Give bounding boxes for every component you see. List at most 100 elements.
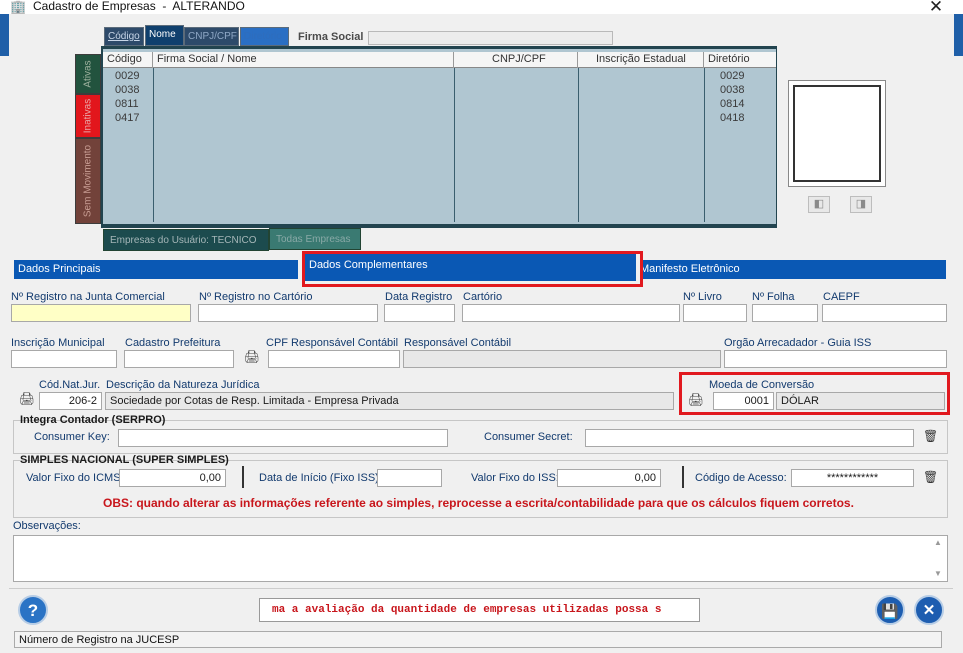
folha-label: Nº Folha [752,291,795,303]
caepf-label: CAEPF [823,291,860,303]
consumer-secret-field[interactable] [585,429,914,447]
col-codigo[interactable]: Código [103,52,153,68]
background-strip-left [0,14,9,56]
help-button[interactable]: ? [18,595,48,625]
separator [242,466,244,488]
codigo-acesso-label: Código de Acesso: [695,472,787,484]
orgao-arrecadador-label: Orgão Arrecadador - Guia ISS [724,337,872,349]
data-inicio-field[interactable] [377,469,442,487]
tab-dados-principais[interactable]: Dados Principais [14,260,298,279]
row-diretorio[interactable]: 0038 [720,83,744,97]
company-logo-frame[interactable] [788,80,886,187]
desc-nat-field: Sociedade por Cotas de Resp. Limitada - … [105,392,674,410]
responsavel-contabil-label: Responsável Contábil [404,337,512,349]
row-codigo[interactable]: 0029 [115,69,139,83]
valor-iss-field[interactable]: 0,00 [557,469,661,487]
observacoes-label: Observações: [13,520,81,532]
lookup-icon[interactable]: 🖨 [687,392,705,408]
marquee-message: ma a avaliação da quantidade de empresas… [259,598,700,622]
orgao-arrecadador-field[interactable] [724,350,947,368]
valor-icms-field[interactable]: 0,00 [119,469,226,487]
valor-iss-label: Valor Fixo do ISS: [471,472,559,484]
row-diretorio[interactable]: 0029 [720,69,744,83]
row-codigo[interactable]: 0417 [115,111,139,125]
side-tab-sem-movimento[interactable]: Sem Movimento [75,138,101,224]
col-cnpj[interactable]: CNPJ/CPF [454,52,578,68]
registro-cartorio-label: Nº Registro no Cartório [199,291,313,303]
data-registro-label: Data Registro [385,291,453,303]
row-codigo[interactable]: 0811 [115,97,139,111]
tab-cnpj[interactable]: CNPJ/CPF [184,27,239,46]
col-diretorio[interactable]: Diretório [704,52,776,68]
col-separator [454,68,455,222]
moeda-code-field[interactable]: 0001 [713,392,774,410]
livro-field[interactable] [683,304,747,322]
tab-dados-complementares[interactable]: Dados Complementares [305,254,636,281]
consumer-secret-label: Consumer Secret: [484,431,573,443]
data-inicio-label: Data de Início (Fixo ISS): [259,472,382,484]
inscricao-municipal-field[interactable] [11,350,117,368]
obs-warning: OBS: quando alterar as informações refer… [103,496,854,510]
cartorio-field[interactable] [462,304,680,322]
tab-codigo[interactable]: Código [104,27,144,46]
tab-todas-empresas[interactable]: Todas Empresas [269,228,361,250]
inscricao-municipal-label: Inscrição Municipal [11,337,105,349]
scroll-down-icon[interactable]: ▼ [934,569,942,578]
tab-empresas-usuario[interactable]: Empresas do Usuário: TECNICO [103,229,269,251]
side-tab-inativas[interactable]: Inativas [75,94,101,138]
save-button[interactable]: 💾 [875,595,905,625]
row-diretorio[interactable]: 0418 [720,111,744,125]
separator [682,466,684,488]
cpf-responsavel-label: CPF Responsável Contábil [266,337,399,349]
photo-prev-icon[interactable]: ◧ [808,196,830,213]
background-strip-right [954,14,963,56]
tab-manifesto[interactable]: Manifesto Eletrônico [636,260,946,279]
company-grid-body[interactable] [103,49,776,224]
moeda-label: Moeda de Conversão [709,379,815,391]
col-inscricao[interactable]: Inscrição Estadual [578,52,704,68]
consumer-key-label: Consumer Key: [34,431,110,443]
firma-social-label: Firma Social [298,31,364,43]
registro-junta-label: Nº Registro na Junta Comercial [11,291,165,303]
valor-icms-label: Valor Fixo do ICMS: [26,472,124,484]
exit-button[interactable]: ✕ [914,595,944,625]
livro-label: Nº Livro [683,291,722,303]
photo-next-icon[interactable]: ◨ [850,196,872,213]
codigo-acesso-field[interactable]: ************ [791,469,914,487]
serpro-title: Integra Contador (SERPRO) [20,414,166,426]
moeda-name-field: DÓLAR [776,392,945,410]
scroll-up-icon[interactable]: ▲ [934,538,942,547]
caepf-field[interactable] [822,304,947,322]
registro-cartorio-field[interactable] [198,304,378,322]
lookup-icon[interactable]: 🖨 [18,391,36,407]
company-grid-header: Código Firma Social / Nome CNPJ/CPF Insc… [103,52,776,68]
status-bar: Número de Registro na JUCESP [14,631,942,648]
desc-nat-label: Descrição da Natureza Jurídica [106,379,260,391]
col-separator [578,68,579,222]
row-codigo[interactable]: 0038 [115,83,139,97]
tab-nome[interactable]: Nome [145,25,184,46]
cadastro-prefeitura-field[interactable] [124,350,234,368]
responsavel-contabil-field [403,350,721,368]
trash-icon[interactable]: 🗑 [923,429,938,445]
simples-title: SIMPLES NACIONAL (SUPER SIMPLES) [20,454,229,466]
col-separator [704,68,705,222]
firma-social-search-input[interactable] [368,31,613,45]
tab-diretorio[interactable]: Diretório [240,27,289,46]
observacoes-field[interactable] [13,535,948,582]
window-title: Cadastro de Empresas - ALTERANDO [33,0,245,13]
consumer-key-field[interactable] [118,429,448,447]
trash-icon[interactable]: 🗑 [923,470,938,486]
side-tab-ativas[interactable]: Ativas [75,54,101,94]
lookup-icon[interactable]: 🖨 [243,349,261,365]
data-registro-field[interactable] [384,304,455,322]
row-diretorio[interactable]: 0814 [720,97,744,111]
folha-field[interactable] [752,304,818,322]
col-firma[interactable]: Firma Social / Nome [153,52,454,68]
registro-junta-field[interactable] [11,304,191,322]
cod-nat-label: Cód.Nat.Jur. [39,379,101,391]
cpf-responsavel-field[interactable] [268,350,400,368]
cartorio-label: Cartório [463,291,503,303]
cod-nat-field[interactable]: 206-2 [39,392,102,410]
cadastro-prefeitura-label: Cadastro Prefeitura [125,337,221,349]
